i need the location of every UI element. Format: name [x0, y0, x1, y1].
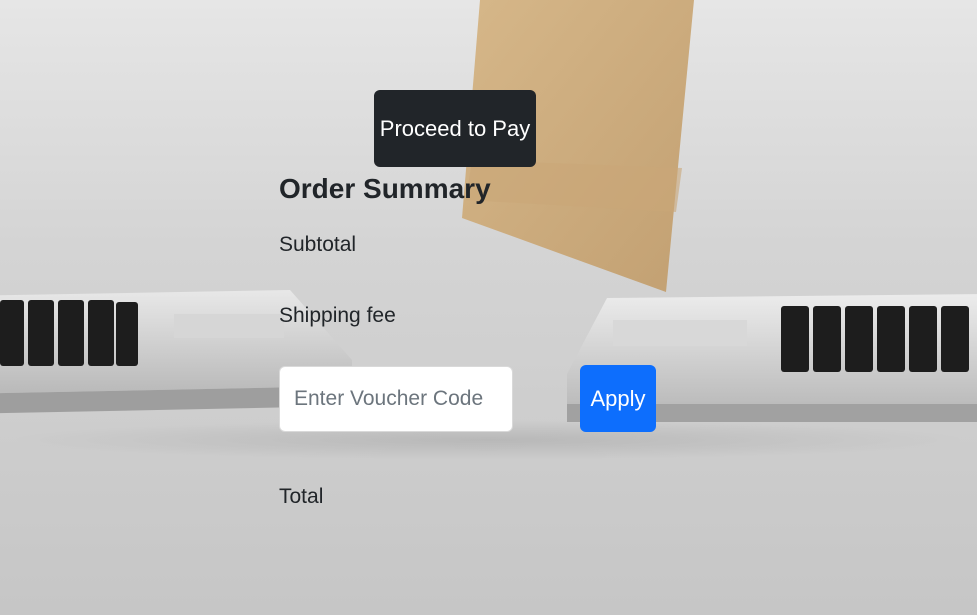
order-summary-title: Order Summary	[279, 173, 491, 204]
subtotal-label: Subtotal	[279, 233, 357, 256]
apply-voucher-button[interactable]: Apply	[580, 365, 656, 432]
voucher-code-input[interactable]	[279, 366, 513, 432]
total-label: Total	[279, 485, 324, 508]
shipping-fee-label: Shipping fee	[279, 304, 396, 327]
proceed-to-pay-button[interactable]: Proceed to Pay	[374, 90, 536, 167]
